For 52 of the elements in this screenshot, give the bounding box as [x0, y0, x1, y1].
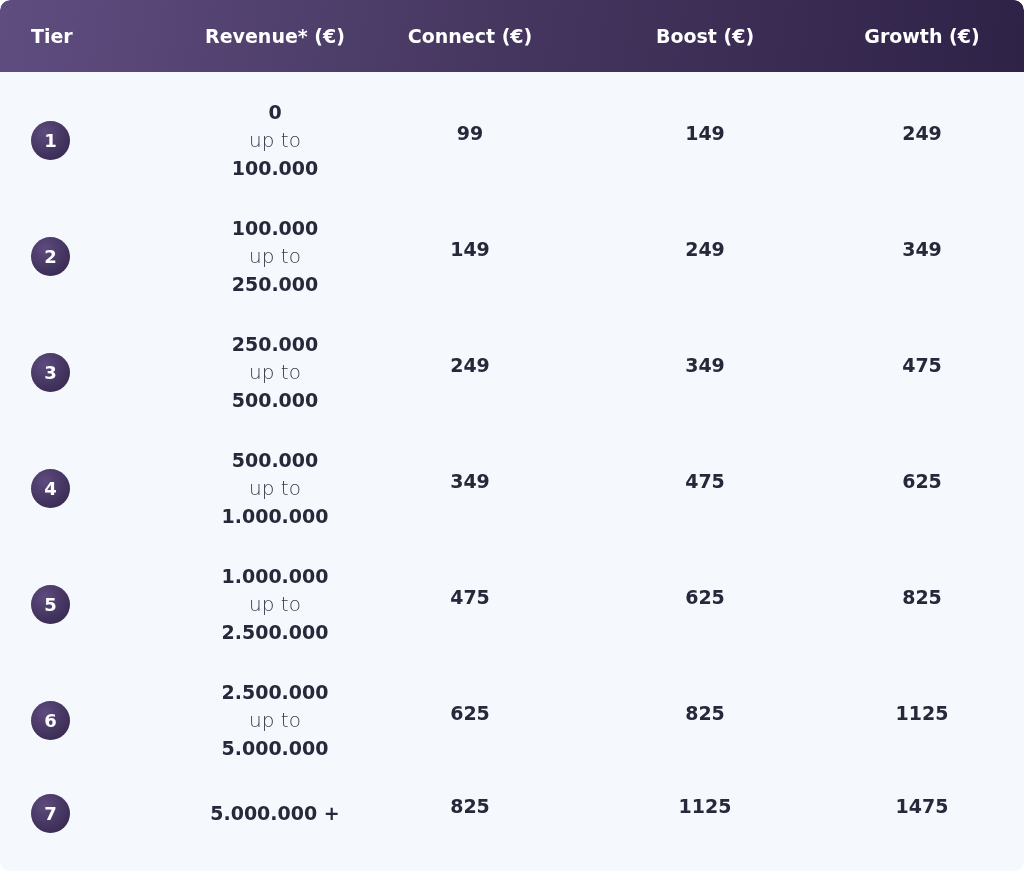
revenue-open: 5.000.000 + [210, 801, 340, 826]
price-cell: 1475 [895, 795, 949, 817]
column-header: Connect (€) [406, 25, 534, 47]
revenue-from: 0 [268, 100, 282, 125]
revenue-from: 250.000 [231, 332, 319, 357]
revenue-from: 1.000.000 [221, 564, 329, 589]
price-cell: 825 [685, 702, 725, 724]
tier-badge: 2 [31, 236, 70, 276]
price-cell: 1125 [895, 702, 949, 724]
price-cell: 475 [450, 586, 490, 608]
price-cell: 625 [685, 586, 725, 608]
price-cell: 349 [902, 238, 942, 260]
price-cell: 1125 [678, 795, 732, 817]
revenue-to: 2.500.000 [221, 620, 329, 645]
range-separator: up to [249, 591, 301, 618]
range-separator: up to [249, 475, 301, 502]
price-cell: 475 [685, 470, 725, 492]
price-cell: 349 [450, 470, 490, 492]
revenue-from: 100.000 [231, 216, 319, 241]
revenue-to: 5.000.000 [221, 736, 329, 761]
column-header: Boost (€) [654, 25, 756, 47]
price-cell: 249 [450, 354, 490, 376]
tier-badge: 1 [31, 120, 70, 160]
range-separator: up to [249, 707, 301, 734]
price-cell: 149 [685, 122, 725, 144]
revenue-to: 250.000 [231, 272, 319, 297]
price-cell: 249 [685, 238, 725, 260]
price-cell: 349 [685, 354, 725, 376]
range-separator: up to [249, 359, 301, 386]
price-cell: 625 [902, 470, 942, 492]
tier-badge: 6 [31, 700, 70, 740]
price-cell: 99 [456, 122, 484, 144]
revenue-from: 2.500.000 [221, 680, 329, 705]
price-cell: 475 [902, 354, 942, 376]
revenue-to: 500.000 [231, 388, 319, 413]
revenue-from: 500.000 [231, 448, 319, 473]
price-cell: 825 [450, 795, 490, 817]
price-cell: 249 [902, 122, 942, 144]
range-separator: up to [249, 243, 301, 270]
column-header: Growth (€) [863, 25, 981, 47]
column-header: Revenue* (€) [204, 25, 346, 47]
price-cell: 825 [902, 586, 942, 608]
tier-badge: 4 [31, 468, 70, 508]
revenue-to: 100.000 [231, 156, 319, 181]
tier-badge: 3 [31, 352, 70, 392]
tier-badge: 5 [31, 584, 70, 624]
column-header: Tier [30, 25, 74, 47]
revenue-to: 1.000.000 [221, 504, 329, 529]
price-cell: 625 [450, 702, 490, 724]
range-separator: up to [249, 127, 301, 154]
tier-badge: 7 [31, 793, 70, 833]
price-cell: 149 [450, 238, 490, 260]
